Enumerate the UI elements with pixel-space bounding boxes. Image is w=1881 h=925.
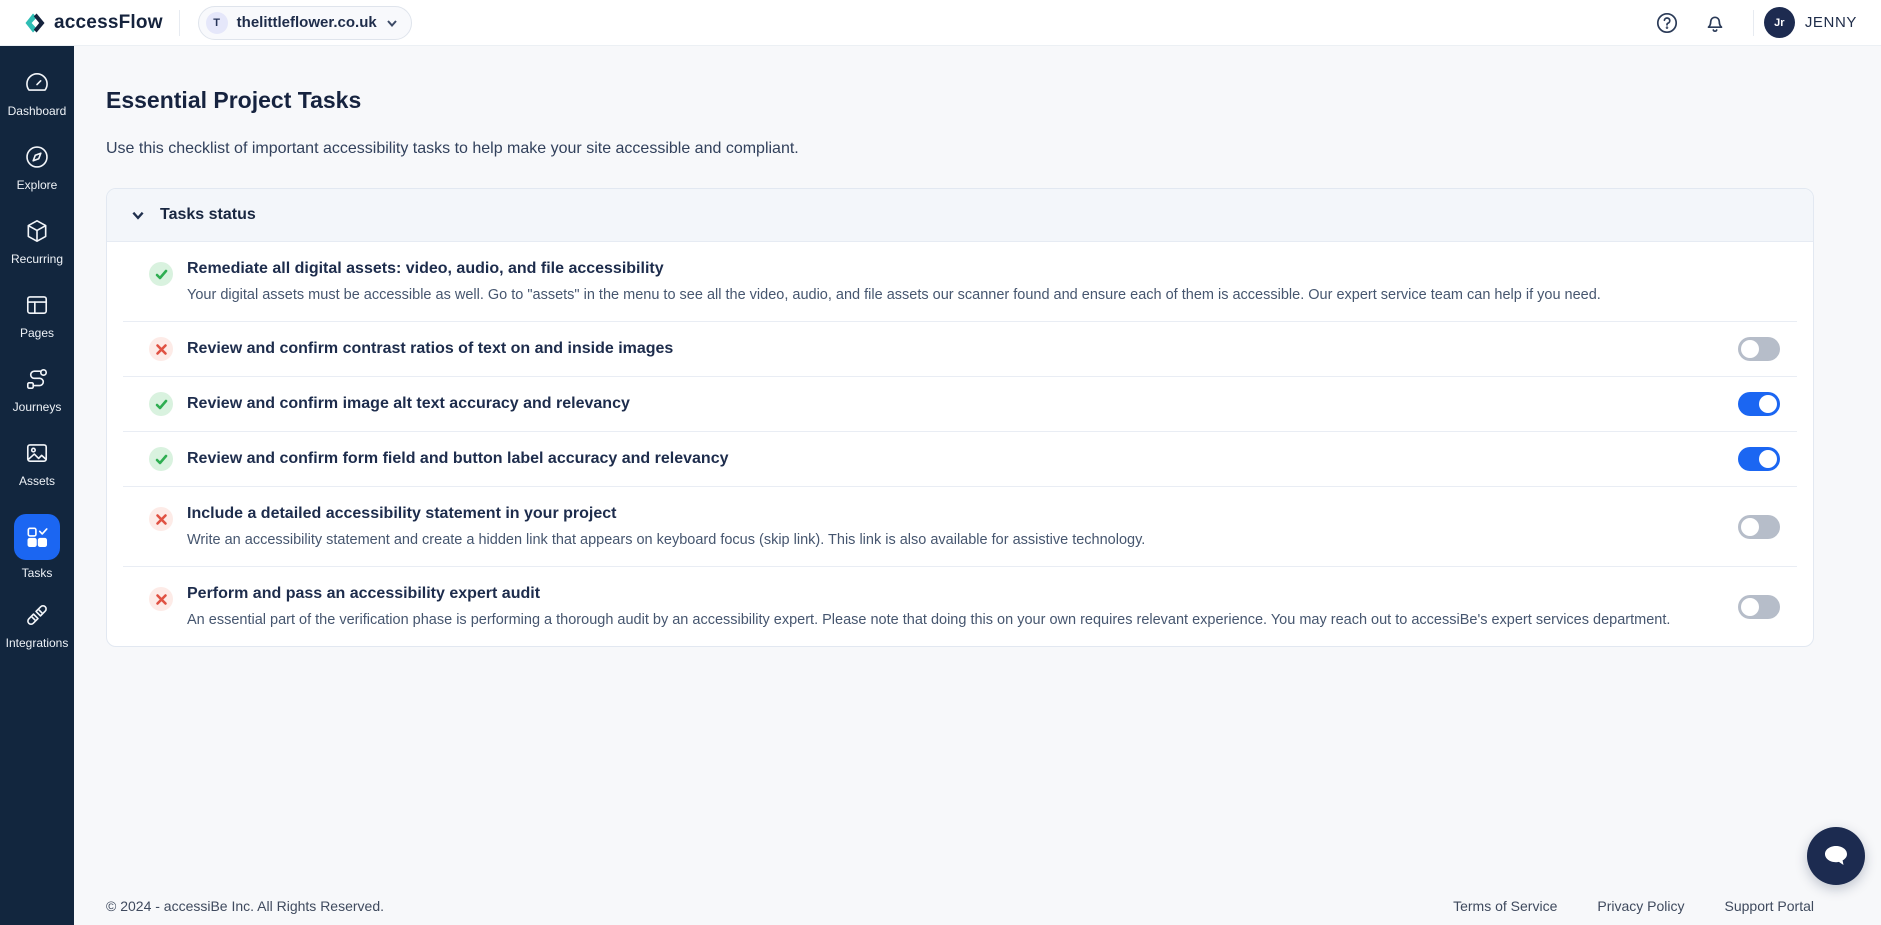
terms-of-service-link[interactable]: Terms of Service xyxy=(1453,898,1557,914)
task-title: Review and confirm image alt text accura… xyxy=(187,395,1708,413)
sidebar-item-dashboard[interactable]: Dashboard xyxy=(0,70,74,118)
task-toggle[interactable] xyxy=(1738,337,1780,361)
help-button[interactable] xyxy=(1653,9,1681,37)
task-row: Remediate all digital assets: video, aud… xyxy=(107,242,1813,321)
sidebar-item-journeys[interactable]: Journeys xyxy=(0,366,74,414)
layout-icon xyxy=(24,292,50,318)
panel-title: Tasks status xyxy=(160,206,256,224)
task-row: Include a detailed accessibility stateme… xyxy=(107,487,1813,566)
task-toggle[interactable] xyxy=(1738,392,1780,416)
chevron-down-icon xyxy=(131,208,145,222)
status-not-done-icon xyxy=(149,587,173,611)
image-icon xyxy=(24,440,50,466)
logo-diamond-icon xyxy=(24,12,46,34)
notifications-button[interactable] xyxy=(1701,9,1729,37)
sidebar-item-pages[interactable]: Pages xyxy=(0,292,74,340)
task-toggle[interactable] xyxy=(1738,595,1780,619)
task-toggle[interactable] xyxy=(1738,515,1780,539)
privacy-policy-link[interactable]: Privacy Policy xyxy=(1597,898,1684,914)
sidebar-item-tasks[interactable]: Tasks xyxy=(0,514,74,580)
user-menu[interactable]: Jr JENNY xyxy=(1764,7,1857,38)
task-title: Remediate all digital assets: video, aud… xyxy=(187,260,1750,278)
toggle-knob xyxy=(1741,598,1759,616)
task-description: Your digital assets must be accessible a… xyxy=(187,287,1750,303)
gauge-icon xyxy=(24,70,50,96)
task-title: Review and confirm form field and button… xyxy=(187,450,1708,468)
bell-icon xyxy=(1703,11,1727,35)
domain-avatar: T xyxy=(206,12,228,34)
sidebar-item-assets[interactable]: Assets xyxy=(0,440,74,488)
domain-name: thelittleflower.co.uk xyxy=(237,14,377,31)
cube-icon xyxy=(24,218,50,244)
toggle-knob xyxy=(1759,450,1777,468)
task-title: Include a detailed accessibility stateme… xyxy=(187,505,1708,523)
active-item-highlight xyxy=(14,514,60,560)
topbar: accessFlow T thelittleflower.co.uk Jr JE… xyxy=(0,0,1881,46)
task-toggle[interactable] xyxy=(1738,447,1780,471)
domain-selector[interactable]: T thelittleflower.co.uk xyxy=(198,6,412,40)
footer: © 2024 - accessiBe Inc. All Rights Reser… xyxy=(106,898,1814,914)
task-row: Review and confirm contrast ratios of te… xyxy=(107,322,1813,376)
task-title: Perform and pass an accessibility expert… xyxy=(187,585,1708,603)
status-not-done-icon xyxy=(149,507,173,531)
route-icon xyxy=(24,366,50,392)
plug-icon xyxy=(24,602,50,628)
toggle-knob xyxy=(1741,340,1759,358)
user-name: JENNY xyxy=(1805,14,1857,31)
app-logo: accessFlow xyxy=(24,12,163,34)
task-row: Review and confirm form field and button… xyxy=(107,432,1813,486)
user-avatar: Jr xyxy=(1764,7,1795,38)
help-icon xyxy=(1655,11,1679,35)
sidebar-item-explore[interactable]: Explore xyxy=(0,144,74,192)
topbar-divider xyxy=(1753,10,1754,36)
main-content: Essential Project Tasks Use this checkli… xyxy=(74,46,1881,925)
chat-widget-button[interactable] xyxy=(1807,827,1865,885)
tasks-status-panel: Tasks status Remediate all digital asset… xyxy=(106,188,1814,647)
toggle-knob xyxy=(1741,518,1759,536)
status-done-icon xyxy=(149,392,173,416)
sidebar-nav: Dashboard Explore Recurring Pages Journ xyxy=(0,46,74,925)
page-subtitle: Use this checklist of important accessib… xyxy=(106,140,1814,158)
copyright-text: © 2024 - accessiBe Inc. All Rights Reser… xyxy=(106,898,384,914)
sidebar-item-recurring[interactable]: Recurring xyxy=(0,218,74,266)
task-description: An essential part of the verification ph… xyxy=(187,612,1708,628)
support-portal-link[interactable]: Support Portal xyxy=(1725,898,1815,914)
chevron-down-icon xyxy=(386,17,398,29)
app-name: accessFlow xyxy=(54,12,163,34)
task-description: Write an accessibility statement and cre… xyxy=(187,532,1708,548)
status-done-icon xyxy=(149,262,173,286)
tasks-status-header[interactable]: Tasks status xyxy=(107,189,1813,242)
topbar-divider xyxy=(179,10,180,36)
toggle-knob xyxy=(1759,395,1777,413)
task-title: Review and confirm contrast ratios of te… xyxy=(187,340,1708,358)
task-row: Review and confirm image alt text accura… xyxy=(107,377,1813,431)
sidebar-item-integrations[interactable]: Integrations xyxy=(0,602,74,650)
status-not-done-icon xyxy=(149,337,173,361)
compass-icon xyxy=(24,144,50,170)
checklist-icon xyxy=(24,524,50,550)
status-done-icon xyxy=(149,447,173,471)
page-title: Essential Project Tasks xyxy=(106,87,1814,114)
task-row: Perform and pass an accessibility expert… xyxy=(107,567,1813,646)
chat-bubble-icon xyxy=(1823,844,1849,868)
